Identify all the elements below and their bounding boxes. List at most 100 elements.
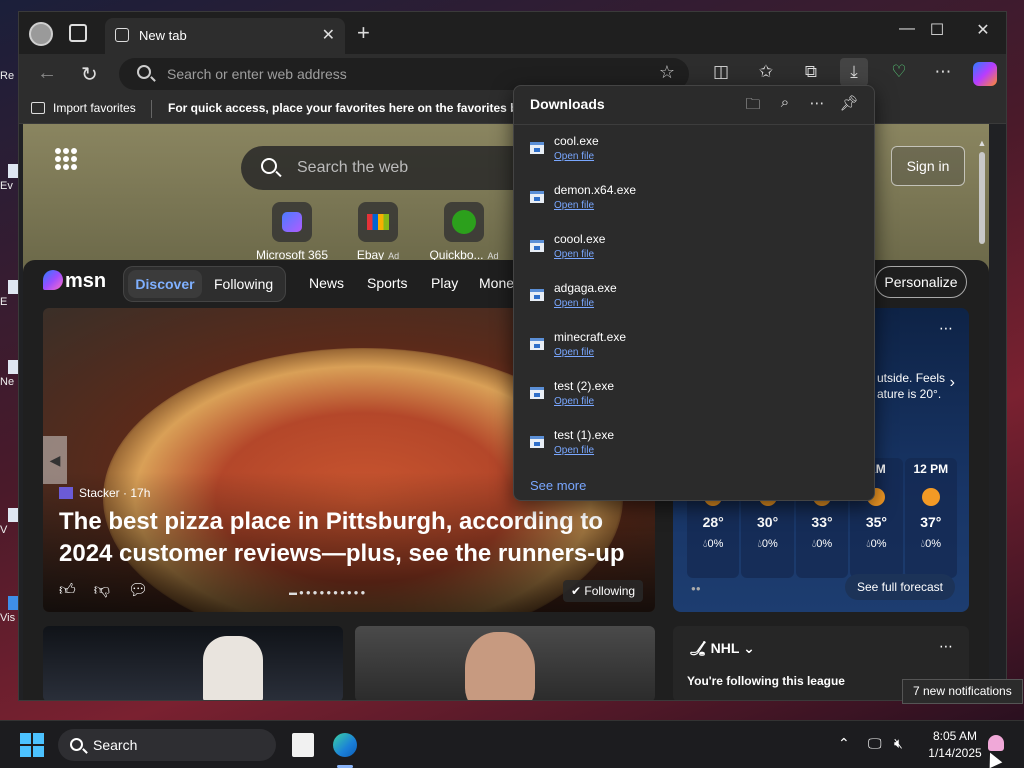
weather-more-icon[interactable]: ⋯ <box>939 320 953 337</box>
open-file-link[interactable]: Open file <box>554 249 594 260</box>
nav-news[interactable]: News <box>309 275 344 291</box>
weather-page-dots[interactable]: ●● <box>691 584 701 593</box>
pin-icon[interactable]: 📌︎ <box>836 94 862 112</box>
page-scrollbar[interactable]: ▲ <box>977 138 987 696</box>
following-label: Following <box>584 584 636 598</box>
open-file-link[interactable]: Open file <box>554 445 594 456</box>
hour-temp: 35° <box>865 514 887 530</box>
article-card-baseball[interactable] <box>43 626 343 700</box>
nav-play[interactable]: Play <box>431 275 458 291</box>
system-clock[interactable]: 8:05 AM 1/14/2025 <box>920 728 990 762</box>
sign-in-button[interactable]: Sign in <box>891 146 965 186</box>
desktop-icon-3[interactable]: E <box>0 280 20 308</box>
nav-sports[interactable]: Sports <box>367 275 407 291</box>
quick-link-microsoft-365[interactable]: Microsoft 365 <box>247 202 337 262</box>
notification-toast[interactable]: 7 new notifications <box>902 679 1023 704</box>
thumbs-down-icon[interactable]: 👎︎ <box>94 582 110 599</box>
download-item[interactable]: test (2).exe Open file <box>530 373 850 417</box>
open-file-link[interactable]: Open file <box>554 298 594 309</box>
scroll-up-icon[interactable]: ▲ <box>977 138 987 148</box>
carousel-dots[interactable]: ▬●●●●●●●●●● <box>289 588 367 597</box>
download-item[interactable]: minecraft.exe Open file <box>530 324 850 368</box>
downloads-divider <box>514 124 874 125</box>
article-card-portrait[interactable] <box>355 626 655 700</box>
apps-launcher-icon[interactable] <box>55 148 77 170</box>
desktop-icon-6[interactable]: Vis <box>0 596 20 624</box>
download-item[interactable]: cool.exe Open file <box>530 128 850 172</box>
scroll-thumb[interactable] <box>979 152 985 244</box>
exe-file-icon <box>530 436 544 448</box>
nav-money[interactable]: Mone <box>479 275 514 291</box>
see-full-forecast-button[interactable]: See full forecast <box>845 574 955 600</box>
back-icon[interactable]: ← <box>37 62 57 85</box>
personalize-button[interactable]: Personalize <box>875 266 967 298</box>
weather-desc-line2: ature is 20°. <box>877 387 942 401</box>
hour-temp: 37° <box>920 514 942 530</box>
maximize-button[interactable]: ☐ <box>917 20 957 40</box>
search-downloads-icon[interactable]: ⌕ <box>772 94 798 111</box>
thumbs-up-icon[interactable]: 👍︎ <box>59 582 76 599</box>
import-favorites-link[interactable]: Import favorites <box>53 101 136 115</box>
collections-icon[interactable]: ⧉ <box>797 62 825 82</box>
baseball-player-image <box>203 636 263 700</box>
split-screen-icon[interactable]: ◫ <box>707 62 735 82</box>
web-search-box[interactable]: Search the web <box>241 146 541 190</box>
comment-icon[interactable]: 💬︎ <box>128 582 148 599</box>
file-icon[interactable] <box>292 733 314 757</box>
refresh-icon[interactable]: ↻ <box>81 62 98 87</box>
msn-logo[interactable]: msn <box>43 270 106 293</box>
open-file-link[interactable]: Open file <box>554 396 594 407</box>
favorite-star-icon[interactable]: ☆ <box>659 62 675 83</box>
open-folder-icon[interactable]: 🗀︎ <box>740 94 766 119</box>
nhl-more-icon[interactable]: ⋯ <box>939 638 953 655</box>
settings-more-icon[interactable]: ⋯ <box>929 62 957 82</box>
download-filename: cool.exe <box>554 134 599 148</box>
open-file-link[interactable]: Open file <box>554 151 594 162</box>
edge-icon[interactable] <box>333 733 357 757</box>
download-item[interactable]: coool.exe Open file <box>530 226 850 270</box>
desktop-icon-2[interactable]: Ev <box>0 164 20 192</box>
newtab-favicon-icon <box>115 28 129 42</box>
browser-essentials-icon[interactable]: ♡ <box>885 62 913 82</box>
tab-actions-icon[interactable] <box>69 24 87 42</box>
tab-close-icon[interactable]: ✕ <box>322 25 335 45</box>
tab-discover[interactable]: Discover <box>128 270 202 298</box>
downloads-icon[interactable]: ⤓ <box>840 58 868 86</box>
volume-muted-icon[interactable]: 🔇︎ <box>894 735 903 752</box>
download-item[interactable]: adgaga.exe Open file <box>530 275 850 319</box>
close-window-button[interactable]: ✕ <box>963 20 1003 40</box>
following-badge[interactable]: ✔ Following <box>563 580 644 602</box>
open-file-link[interactable]: Open file <box>554 200 594 211</box>
quick-link-quickbooks[interactable]: Quickbo... Ad <box>419 202 509 262</box>
hour-precip: 💧︎0% <box>920 538 941 550</box>
network-icon[interactable]: 🖵︎ <box>868 735 882 752</box>
download-item[interactable]: demon.x64.exe Open file <box>530 177 850 221</box>
more-options-icon[interactable]: ⋯ <box>804 94 830 112</box>
start-windows-icon[interactable] <box>20 733 44 757</box>
chevron-up-icon[interactable]: ⌃ <box>838 735 850 752</box>
desktop-icon-5[interactable]: V <box>0 508 20 536</box>
tab-new-tab[interactable]: New tab ✕ <box>105 18 345 54</box>
article-source[interactable]: Stacker · 17h <box>59 486 150 500</box>
hour-temp: 30° <box>757 514 779 530</box>
favorites-icon[interactable]: ✩ <box>752 62 780 82</box>
desktop-icon-4[interactable]: Ne <box>0 360 20 388</box>
profile-avatar[interactable] <box>29 22 53 46</box>
weather-description: utside. Feels ature is 20°. <box>877 370 945 402</box>
taskbar-search[interactable]: Search <box>58 729 276 761</box>
download-filename: coool.exe <box>554 232 606 246</box>
quick-link-ebay[interactable]: Ebay Ad <box>333 202 423 262</box>
person-portrait-image <box>465 632 535 700</box>
nhl-league-selector[interactable]: 🏒︎ NHL ⌄ <box>689 640 755 657</box>
open-file-link[interactable]: Open file <box>554 347 594 358</box>
tab-following[interactable]: Following <box>214 276 273 292</box>
carousel-prev-icon[interactable]: ◀ <box>43 436 67 484</box>
see-more-link[interactable]: See more <box>530 478 586 493</box>
hero-headline[interactable]: The best pizza place in Pittsburgh, acco… <box>59 506 649 570</box>
desktop-icon-recycle-bin[interactable]: Re <box>0 70 20 82</box>
exe-file-icon <box>530 289 544 301</box>
download-item[interactable]: test (1).exe Open file <box>530 422 850 466</box>
copilot-icon[interactable] <box>973 62 997 86</box>
new-tab-button[interactable]: + <box>357 20 370 46</box>
chevron-right-icon[interactable]: › <box>950 374 955 392</box>
